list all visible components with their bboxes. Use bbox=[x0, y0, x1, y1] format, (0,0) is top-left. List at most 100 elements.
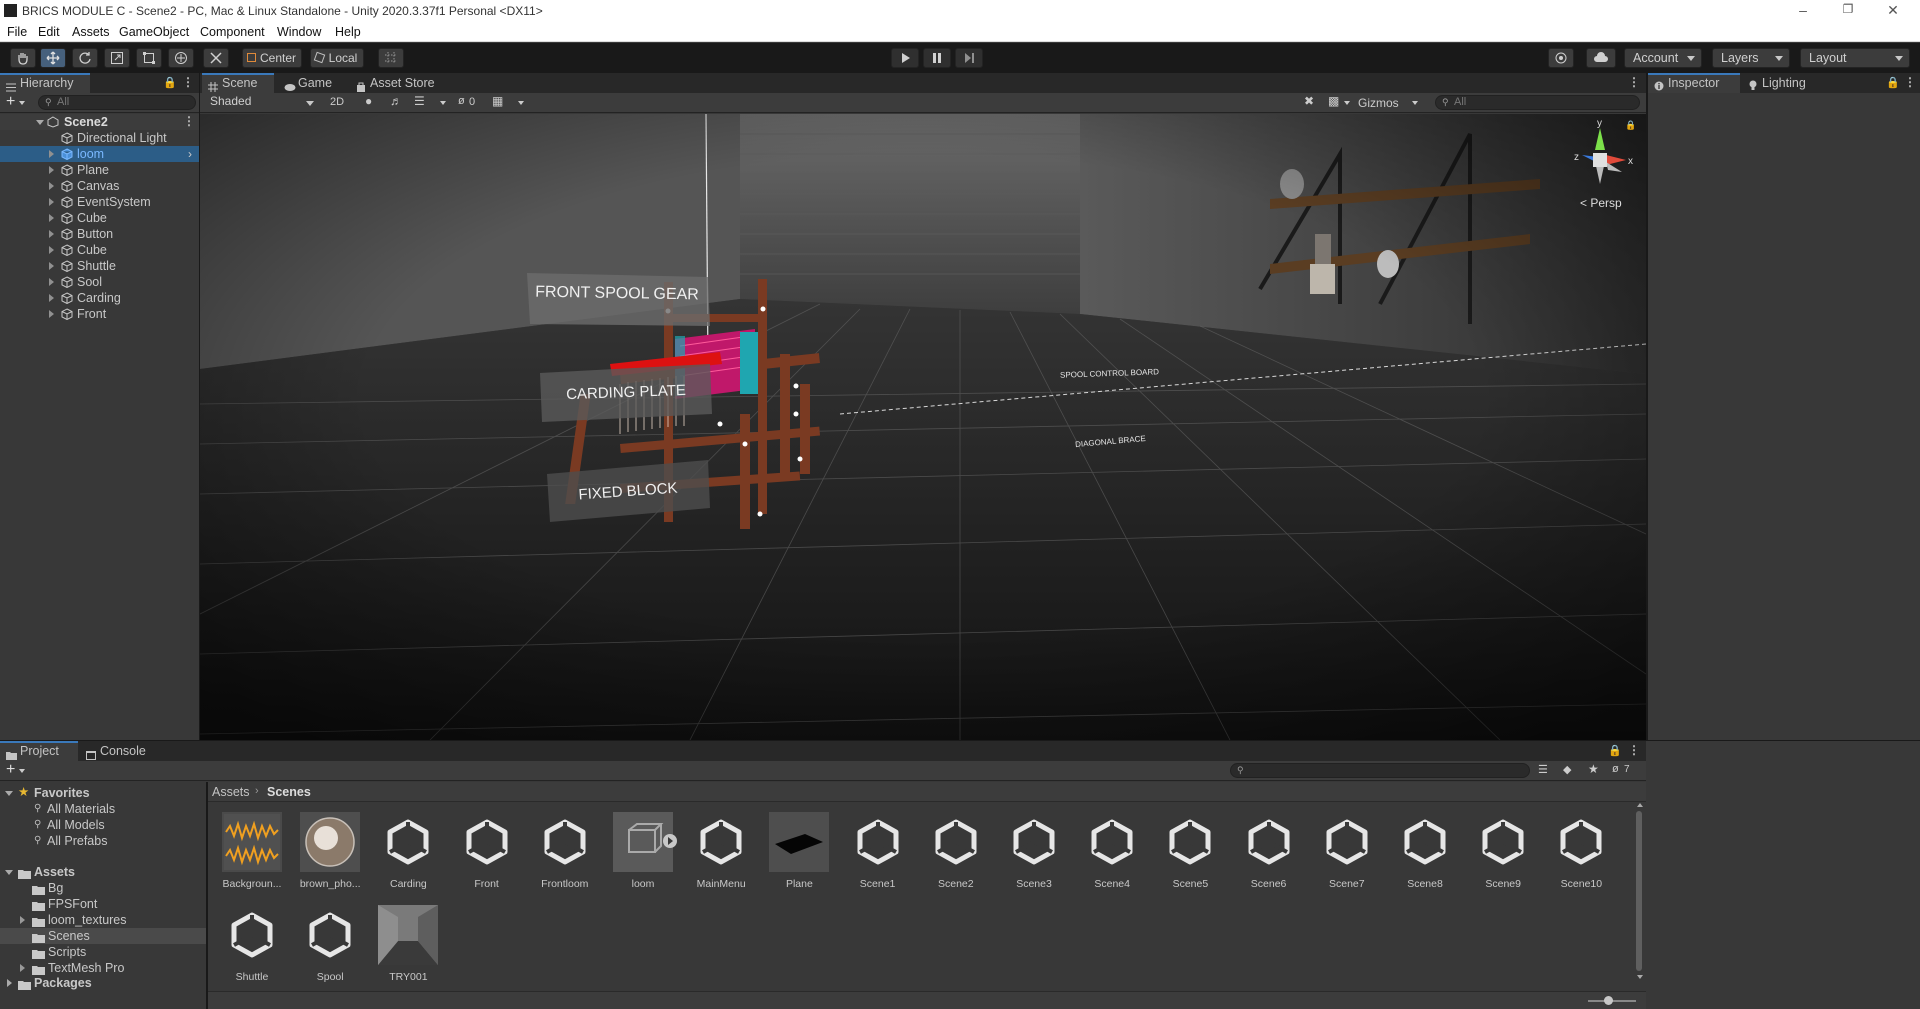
hierarchy-item[interactable]: Directional Light bbox=[0, 130, 200, 146]
favorites-item[interactable]: ⚲ All Materials bbox=[0, 801, 206, 817]
hand-tool-icon[interactable] bbox=[10, 48, 36, 68]
folder-item[interactable]: FPSFont bbox=[0, 896, 206, 912]
icon-size-slider-thumb[interactable] bbox=[1604, 996, 1613, 1005]
chevron-down-icon[interactable] bbox=[19, 101, 25, 105]
layers-dropdown[interactable]: Layers bbox=[1712, 48, 1790, 68]
hidden-packages-icon[interactable]: ø bbox=[1612, 763, 1619, 775]
hierarchy-item[interactable]: loom › bbox=[0, 146, 200, 162]
tab-inspector[interactable]: Inspector bbox=[1648, 73, 1740, 93]
breadcrumb-scenes[interactable]: Scenes bbox=[267, 785, 311, 799]
asset-item[interactable]: Scene8 bbox=[1383, 812, 1461, 902]
asset-item[interactable]: Scene10 bbox=[1539, 812, 1617, 902]
play-button[interactable] bbox=[891, 48, 919, 68]
menu-assets[interactable]: Assets bbox=[72, 25, 110, 39]
favorite-star-icon[interactable]: ★ bbox=[1588, 762, 1599, 776]
expand-prefab-icon[interactable] bbox=[663, 834, 677, 848]
asset-item[interactable]: Scene4 bbox=[1070, 812, 1148, 902]
menu-gameobject[interactable]: GameObject bbox=[119, 25, 189, 39]
folder-item[interactable]: Scenes bbox=[0, 928, 206, 944]
lock-icon[interactable]: 🔒 bbox=[1608, 744, 1622, 757]
tab-project[interactable]: Project bbox=[0, 741, 78, 761]
asset-item[interactable]: Scene3 bbox=[992, 812, 1070, 902]
menu-edit[interactable]: Edit bbox=[38, 25, 60, 39]
asset-item[interactable]: Scene9 bbox=[1461, 812, 1539, 902]
hierarchy-item[interactable]: EventSystem bbox=[0, 194, 200, 210]
restore-button[interactable]: ❐ bbox=[1833, 2, 1863, 20]
tab-scene[interactable]: Scene bbox=[202, 73, 274, 93]
tab-console[interactable]: Console bbox=[80, 741, 160, 761]
hierarchy-item[interactable]: Cube bbox=[0, 242, 200, 258]
expand-arrow-icon[interactable] bbox=[49, 166, 54, 174]
menu-file[interactable]: File bbox=[7, 25, 27, 39]
tab-asset-store[interactable]: Asset Store bbox=[350, 73, 450, 93]
scale-tool-icon[interactable] bbox=[104, 48, 130, 68]
scene-menu-icon[interactable]: ⋮ bbox=[183, 114, 195, 128]
hierarchy-item[interactable]: Cube bbox=[0, 210, 200, 226]
collab-icon[interactable] bbox=[1548, 48, 1574, 68]
assets-header[interactable]: Assets bbox=[0, 864, 206, 880]
expand-arrow-icon[interactable] bbox=[49, 262, 54, 270]
asset-item[interactable]: Scene2 bbox=[914, 812, 992, 902]
hierarchy-item[interactable]: Shuttle bbox=[0, 258, 200, 274]
expand-arrow-icon[interactable] bbox=[49, 150, 54, 158]
asset-item[interactable]: Spool bbox=[288, 905, 366, 995]
tab-lighting[interactable]: Lighting bbox=[1742, 73, 1822, 93]
scene-kebab-icon[interactable]: ⋮ bbox=[1628, 75, 1640, 89]
asset-item[interactable]: Shuttle bbox=[210, 905, 288, 995]
orientation-gizmo[interactable]: y x z < Persp bbox=[1560, 118, 1640, 210]
project-kebab-icon[interactable]: ⋮ bbox=[1628, 743, 1640, 757]
hierarchy-item[interactable]: Canvas bbox=[0, 178, 200, 194]
grid-toggle-icon[interactable]: ▦ bbox=[492, 94, 503, 108]
account-dropdown[interactable]: Account bbox=[1624, 48, 1702, 68]
expand-arrow-icon[interactable] bbox=[49, 278, 54, 286]
expand-arrow-icon[interactable] bbox=[49, 310, 54, 318]
hierarchy-item[interactable]: Plane bbox=[0, 162, 200, 178]
camera-icon[interactable]: ▩ bbox=[1328, 94, 1339, 108]
asset-item[interactable]: MainMenu bbox=[679, 812, 757, 902]
asset-item[interactable]: loom bbox=[601, 812, 679, 902]
folder-item[interactable]: TextMesh Pro bbox=[0, 960, 206, 976]
gizmos-dropdown[interactable]: Gizmos bbox=[1358, 94, 1428, 111]
asset-item[interactable]: Scene1 bbox=[836, 812, 914, 902]
scroll-down-icon[interactable] bbox=[1637, 975, 1643, 979]
chevron-down-icon[interactable] bbox=[19, 769, 25, 773]
grid-dropdown-icon[interactable] bbox=[518, 101, 524, 105]
create-plus-icon[interactable]: + bbox=[6, 93, 15, 111]
expand-arrow-icon[interactable] bbox=[49, 294, 54, 302]
hierarchy-item[interactable]: Front bbox=[0, 306, 200, 322]
expand-arrow-icon[interactable] bbox=[5, 791, 13, 796]
scene-viewport[interactable]: FRONT SPOOL GEAR CARDING PLATE FIXED BLO… bbox=[200, 114, 1646, 740]
step-button[interactable] bbox=[955, 48, 983, 68]
project-search-input[interactable]: ⚲ bbox=[1230, 763, 1530, 778]
move-tool-icon[interactable] bbox=[40, 48, 66, 68]
grid-snap-icon[interactable] bbox=[378, 48, 404, 68]
rect-tool-icon[interactable] bbox=[136, 48, 162, 68]
scroll-up-icon[interactable] bbox=[1637, 803, 1643, 807]
layout-dropdown[interactable]: Layout bbox=[1800, 48, 1910, 68]
tools-icon[interactable]: ✖ bbox=[1304, 94, 1314, 108]
expand-arrow-icon[interactable] bbox=[5, 870, 13, 875]
expand-arrow-icon[interactable] bbox=[49, 246, 54, 254]
favorites-item[interactable]: ⚲ All Prefabs bbox=[0, 833, 206, 849]
audio-toggle-icon[interactable]: ♬ bbox=[390, 94, 402, 108]
expand-arrow-icon[interactable] bbox=[49, 230, 54, 238]
folder-item[interactable]: loom_textures bbox=[0, 912, 206, 928]
pivot-center-button[interactable]: Center bbox=[242, 48, 302, 68]
menu-window[interactable]: Window bbox=[277, 25, 321, 39]
custom-tool-icon[interactable] bbox=[203, 48, 229, 68]
lock-icon[interactable]: 🔒 bbox=[1886, 76, 1900, 89]
folder-item[interactable]: Scripts bbox=[0, 944, 206, 960]
tab-game[interactable]: Game bbox=[278, 73, 348, 93]
packages-header[interactable]: Packages bbox=[0, 975, 206, 991]
collapse-arrow-icon[interactable] bbox=[20, 916, 25, 924]
expand-arrow-icon[interactable] bbox=[36, 120, 44, 125]
favorites-header[interactable]: ★ Favorites bbox=[0, 785, 206, 801]
expand-arrow-icon[interactable] bbox=[49, 198, 54, 206]
collapse-arrow-icon[interactable] bbox=[7, 979, 12, 987]
menu-help[interactable]: Help bbox=[335, 25, 361, 39]
expand-arrow-icon[interactable] bbox=[49, 182, 54, 190]
pause-button[interactable] bbox=[923, 48, 951, 68]
expand-arrow-icon[interactable] bbox=[49, 214, 54, 222]
asset-item[interactable]: Front bbox=[445, 812, 523, 902]
asset-item[interactable]: Plane bbox=[757, 812, 835, 902]
